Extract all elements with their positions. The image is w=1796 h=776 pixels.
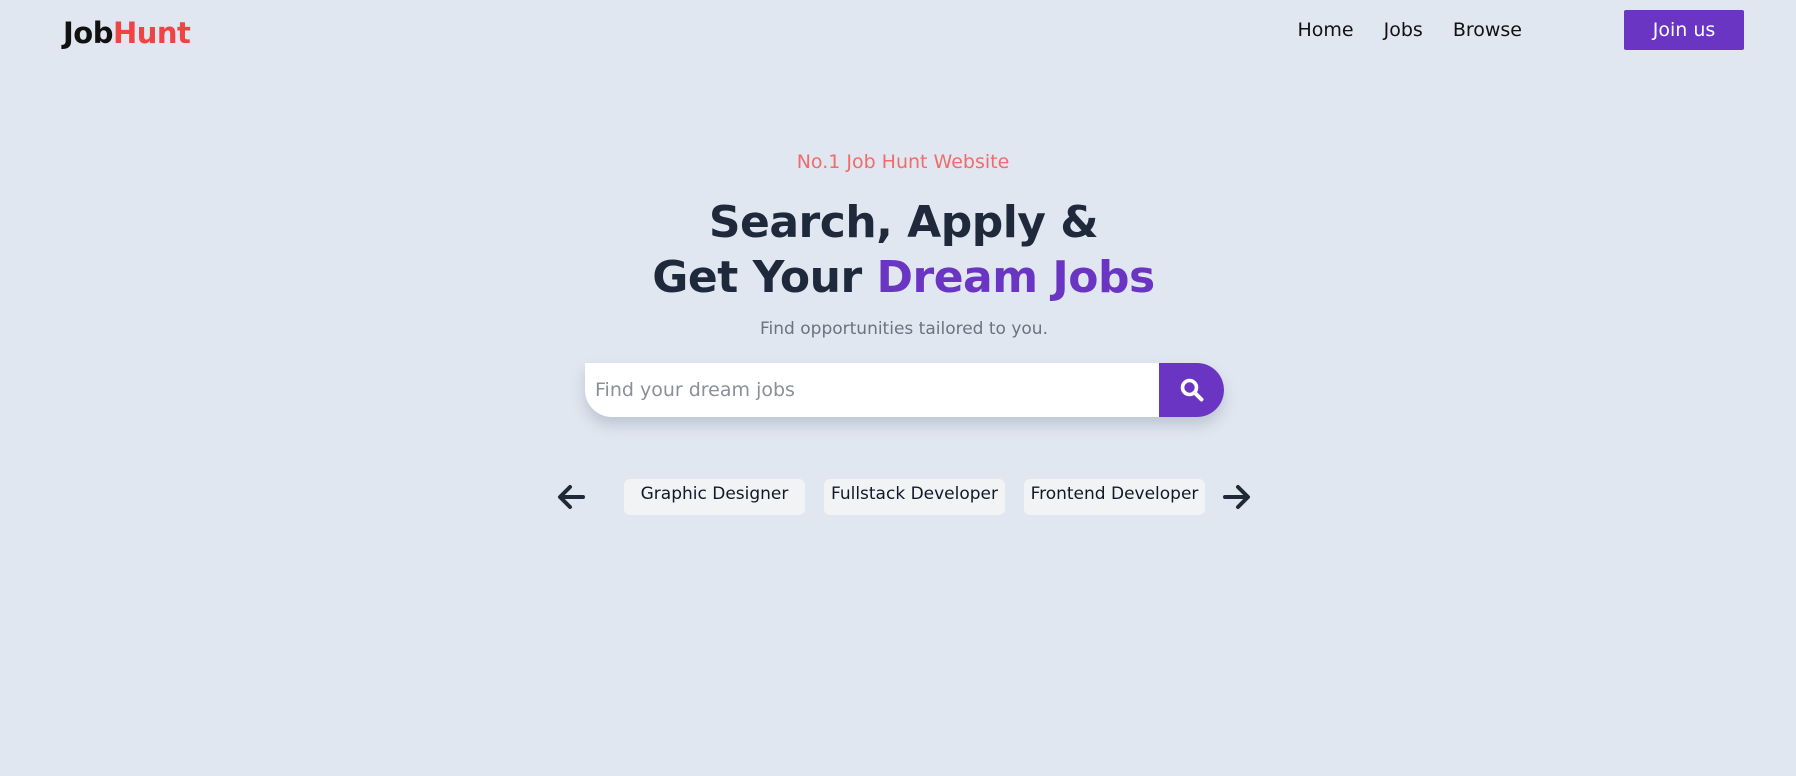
- hero-headline: Search, Apply & Get Your Dream Jobs: [0, 195, 1796, 305]
- arrow-right-icon: [1223, 485, 1250, 509]
- headline-line-1: Search, Apply &: [708, 197, 1099, 248]
- headline-line-2-prefix: Get Your: [652, 252, 877, 303]
- category-chip-graphic-designer[interactable]: Graphic Designer: [624, 479, 805, 515]
- logo[interactable]: JobHunt: [63, 16, 191, 50]
- nav-links: Home Jobs Browse: [1298, 19, 1522, 41]
- logo-part-hunt: Hunt: [112, 16, 191, 50]
- carousel-next-button[interactable]: [1220, 480, 1254, 514]
- category-chip-frontend-developer[interactable]: Frontend Developer: [1024, 479, 1205, 515]
- category-chip-fullstack-developer[interactable]: Fullstack Developer: [824, 479, 1005, 515]
- navbar: JobHunt Home Jobs Browse Join us: [0, 0, 1796, 64]
- search-icon: [1180, 378, 1203, 402]
- hero-subtitle: Find opportunities tailored to you.: [760, 319, 1048, 339]
- hero-badge: No.1 Job Hunt Website: [796, 151, 1010, 173]
- nav-link-jobs[interactable]: Jobs: [1384, 19, 1423, 41]
- carousel-prev-button[interactable]: [554, 480, 588, 514]
- arrow-left-icon: [558, 485, 585, 509]
- nav-link-home[interactable]: Home: [1298, 19, 1354, 41]
- search-input[interactable]: [585, 363, 1159, 417]
- logo-part-job: Job: [63, 16, 113, 50]
- join-us-button[interactable]: Join us: [1624, 10, 1744, 50]
- search-bar: [585, 363, 1224, 417]
- search-button[interactable]: [1159, 363, 1224, 417]
- nav-link-browse[interactable]: Browse: [1453, 19, 1522, 41]
- headline-accent: Dream Jobs: [876, 252, 1155, 303]
